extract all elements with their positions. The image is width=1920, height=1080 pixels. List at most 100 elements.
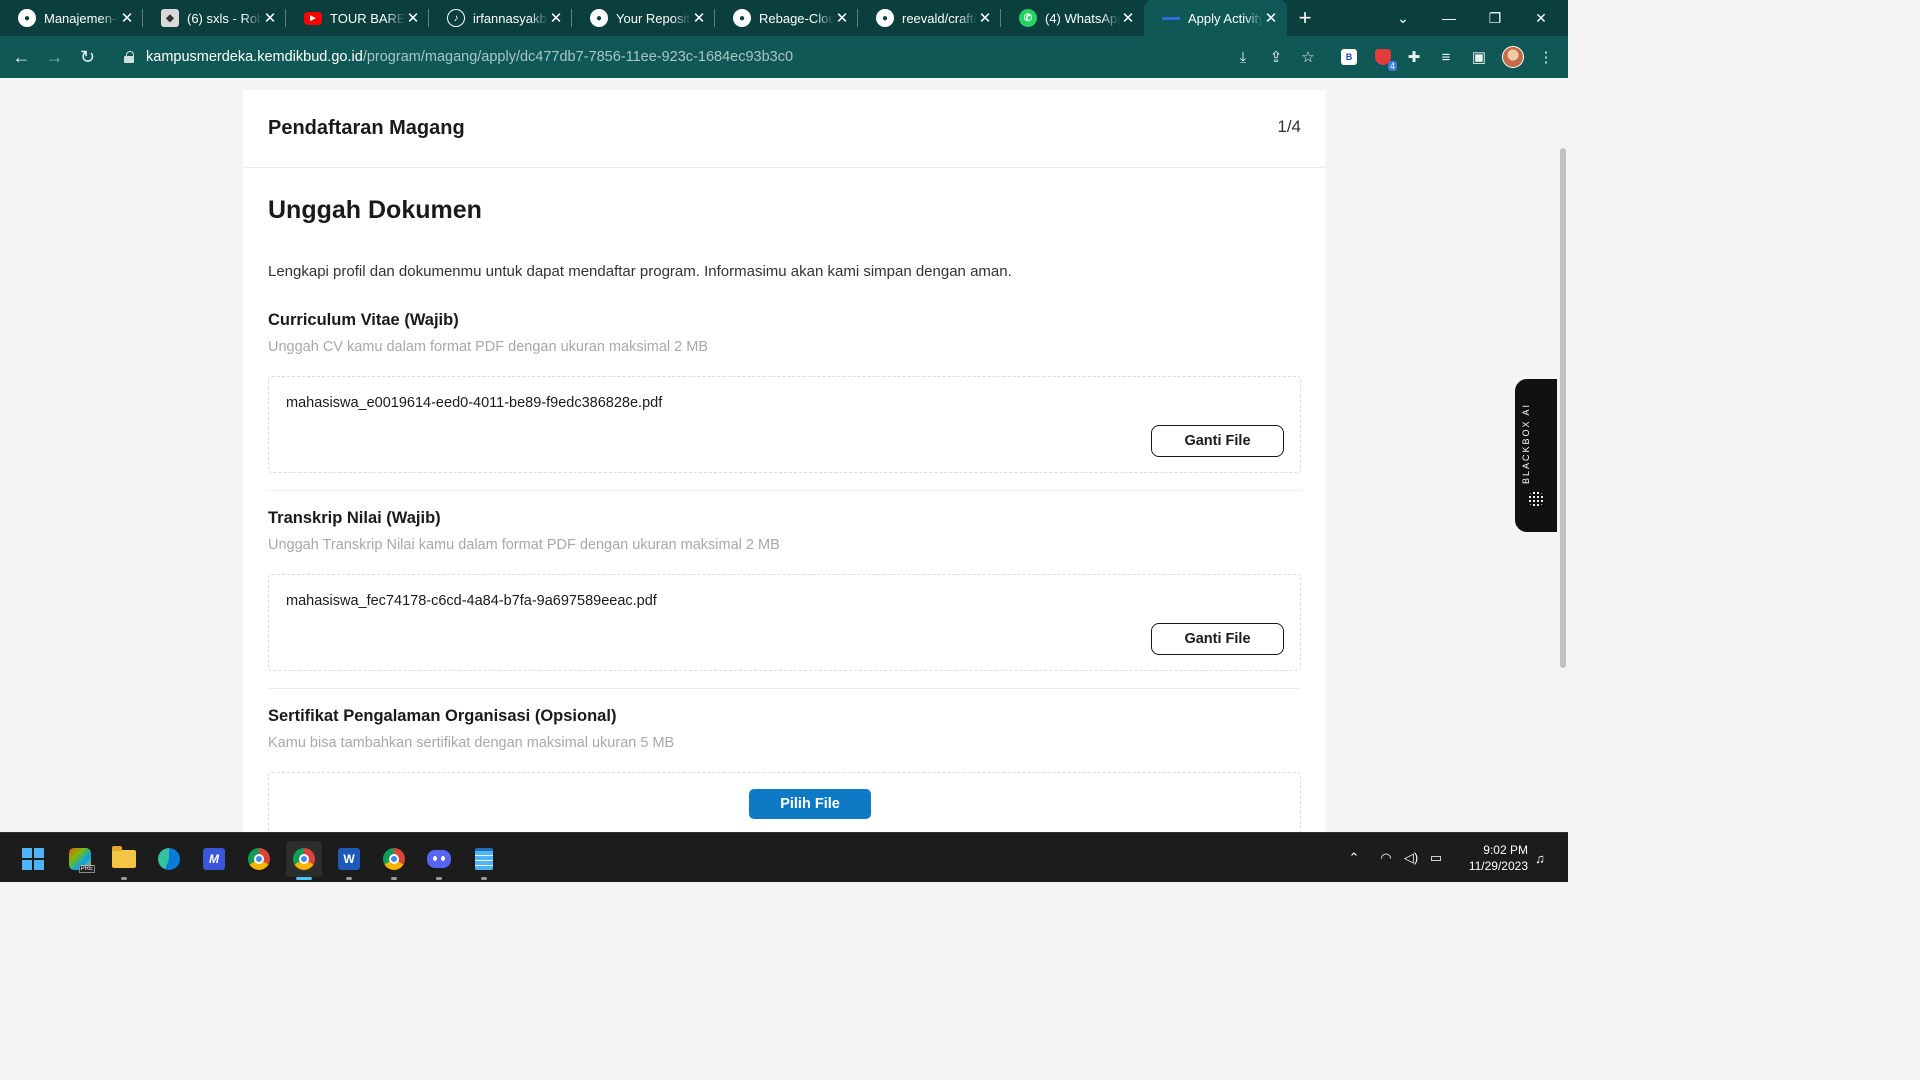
browser-tab[interactable]: ▶ TOUR BAREN ✕: [286, 0, 429, 36]
close-tab-icon[interactable]: ✕: [548, 9, 564, 27]
windows-taskbar: PRE M W ⌃ ◠ ◁) ▭ 9:02 PM 11/29/2023 ♫: [0, 832, 1568, 882]
microsoft-365-icon: PRE: [69, 848, 95, 873]
profile-avatar[interactable]: [1497, 36, 1529, 78]
certificate-choose-file-button[interactable]: Pilih File: [749, 789, 871, 819]
tab-title: irfannasyakba: [473, 10, 548, 26]
forward-icon[interactable]: →: [38, 41, 71, 74]
discord-icon: [427, 850, 451, 868]
close-tab-icon[interactable]: ✕: [1120, 9, 1136, 27]
wifi-icon[interactable]: ◠: [1375, 833, 1397, 883]
cv-change-file-button[interactable]: Ganti File: [1151, 425, 1284, 457]
folder-icon: [112, 846, 136, 868]
browser-tab[interactable]: ◆ (6) sxls - Robl ✕: [143, 0, 286, 36]
close-tab-icon[interactable]: ✕: [834, 9, 850, 27]
start-button[interactable]: [15, 841, 51, 877]
install-app-icon[interactable]: ⤓: [1227, 36, 1259, 78]
browser-tab[interactable]: ♪ irfannasyakba ✕: [429, 0, 572, 36]
edge-app[interactable]: [151, 841, 187, 877]
clock-date: 11/29/2023: [1468, 859, 1528, 873]
transcript-title: Transkrip Nilai (Wajib): [268, 509, 441, 527]
certificate-hint: Kamu bisa tambahkan sertifikat dengan ma…: [268, 735, 675, 751]
new-tab-button[interactable]: +: [1287, 0, 1323, 36]
reload-icon[interactable]: ↻: [71, 41, 104, 74]
blackbox-ai-label: BLACKBOX AI: [1521, 402, 1531, 485]
share-icon[interactable]: ⇪: [1260, 36, 1292, 78]
lock-icon[interactable]: [124, 51, 134, 63]
extension-badge: 4: [1387, 61, 1397, 71]
system-clock[interactable]: 9:02 PM 11/29/2023: [1448, 842, 1528, 874]
close-tab-icon[interactable]: ✕: [119, 9, 135, 27]
page-viewport: Pendaftaran Magang 1/4 Unggah Dokumen Le…: [0, 78, 1568, 832]
extension-b-icon[interactable]: B: [1333, 36, 1365, 78]
media-queue-icon[interactable]: ≡: [1430, 36, 1462, 78]
close-tab-icon[interactable]: ✕: [1263, 9, 1279, 27]
loading-icon: [1162, 16, 1180, 20]
browser-tab[interactable]: ● Your Reposito ✕: [572, 0, 715, 36]
chrome-profile-2-app[interactable]: [376, 841, 412, 880]
extensions-puzzle-icon[interactable]: ✚: [1398, 36, 1430, 78]
tab-title: Your Reposito: [616, 10, 691, 26]
menu-kebab-icon[interactable]: ⋮: [1530, 36, 1562, 78]
chrome-app[interactable]: [241, 841, 277, 877]
tab-title: Manajemen-S: [44, 10, 119, 26]
minimize-button[interactable]: —: [1426, 0, 1472, 36]
close-window-button[interactable]: ✕: [1518, 0, 1564, 36]
chrome-icon: [248, 848, 270, 870]
browser-tab[interactable]: ● reevald/crafti ✕: [858, 0, 1001, 36]
volume-icon[interactable]: ◁): [1400, 833, 1422, 883]
back-icon[interactable]: ←: [5, 41, 38, 74]
section-title: Unggah Dokumen: [268, 196, 482, 224]
discord-app[interactable]: [421, 841, 457, 880]
close-tab-icon[interactable]: ✕: [262, 9, 278, 27]
clock-time: 9:02 PM: [1483, 843, 1528, 857]
transcript-upload-box: mahasiswa_fec74178-c6cd-4a84-b7fa-9a6975…: [268, 574, 1301, 671]
scrollbar-thumb[interactable]: [1560, 148, 1566, 668]
certificate-upload-box: Pilih File: [268, 772, 1301, 832]
file-explorer-app[interactable]: [106, 841, 142, 880]
cv-file-name[interactable]: mahasiswa_e0019614-eed0-4011-be89-f9edc3…: [286, 395, 662, 411]
bookmark-star-icon[interactable]: ☆: [1292, 36, 1324, 78]
cv-hint: Unggah CV kamu dalam format PDF dengan u…: [268, 339, 709, 355]
notepad-icon: [475, 848, 493, 870]
browser-tab[interactable]: ● Manajemen-S ✕: [0, 0, 143, 36]
show-hidden-icons-chevron-icon[interactable]: ⌃: [1342, 833, 1366, 883]
microsoft-365-preview-app[interactable]: PRE: [62, 841, 98, 877]
battery-icon[interactable]: ▭: [1425, 833, 1447, 883]
extension-shield-icon[interactable]: 4: [1367, 36, 1399, 78]
browser-tab-active[interactable]: Apply Activity ✕: [1144, 0, 1287, 36]
visual-studio-app[interactable]: M: [196, 841, 232, 877]
close-tab-icon[interactable]: ✕: [691, 9, 707, 27]
scrollbar-track[interactable]: [1558, 78, 1568, 832]
edge-icon: [158, 848, 180, 870]
blackbox-ai-icon: [1528, 491, 1544, 507]
transcript-change-file-button[interactable]: Ganti File: [1151, 623, 1284, 655]
browser-tab[interactable]: ● Rebage-Clou ✕: [715, 0, 858, 36]
tab-title: (6) sxls - Robl: [187, 10, 262, 26]
blackbox-ai-widget[interactable]: BLACKBOX AI: [1515, 379, 1557, 532]
notepad-app[interactable]: [466, 841, 502, 880]
chrome-icon: [293, 848, 315, 870]
close-tab-icon[interactable]: ✕: [405, 9, 421, 27]
tab-title: TOUR BAREN: [330, 10, 405, 26]
github-icon: ●: [18, 9, 36, 27]
notification-bell-icon[interactable]: ♫: [1530, 833, 1550, 883]
word-icon: W: [338, 848, 360, 870]
card-title: Pendaftaran Magang: [268, 117, 465, 139]
browser-tab[interactable]: ✆ (4) WhatsApp ✕: [1001, 0, 1144, 36]
side-panel-icon[interactable]: ▣: [1463, 36, 1495, 78]
intro-text: Lengkapi profil dan dokumenmu untuk dapa…: [268, 263, 1012, 280]
transcript-file-name[interactable]: mahasiswa_fec74178-c6cd-4a84-b7fa-9a6975…: [286, 593, 657, 609]
tab-search-icon[interactable]: ⌄: [1380, 0, 1426, 36]
close-tab-icon[interactable]: ✕: [977, 9, 993, 27]
restore-button[interactable]: ❐: [1472, 0, 1518, 36]
roblox-icon: ◆: [161, 9, 179, 27]
browser-tab-strip: ● Manajemen-S ✕ ◆ (6) sxls - Robl ✕ ▶ TO…: [0, 0, 1568, 36]
whatsapp-icon: ✆: [1019, 9, 1037, 27]
word-app[interactable]: W: [331, 841, 367, 880]
chrome-profile-app[interactable]: [286, 841, 322, 880]
address-bar[interactable]: kampusmerdeka.kemdikbud.go.id/program/ma…: [110, 40, 1332, 74]
tab-title: Rebage-Clou: [759, 10, 834, 26]
tiktok-icon: ♪: [447, 9, 465, 27]
step-indicator: 1/4: [1277, 117, 1301, 136]
tab-title: Apply Activity: [1188, 10, 1263, 26]
